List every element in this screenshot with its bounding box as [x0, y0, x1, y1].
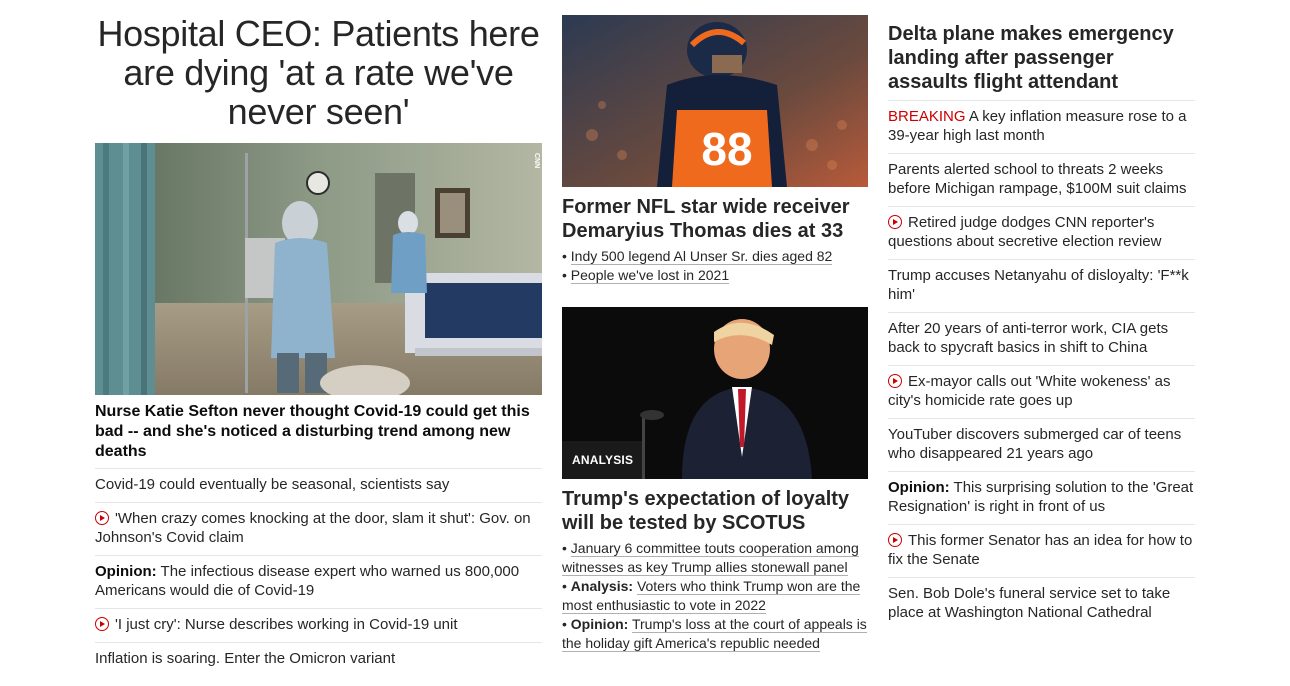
list-item[interactable]: • Opinion: Trump's loss at the court of … — [562, 615, 868, 653]
list-item[interactable]: • January 6 committee touts cooperation … — [562, 539, 868, 577]
opinion-label: Opinion: — [95, 563, 157, 580]
opinion-label: Opinion: — [570, 616, 629, 632]
list-item[interactable]: Retired judge dodges CNN reporter's ques… — [888, 206, 1195, 259]
headlines-list: BREAKING A key inflation measure rose to… — [888, 100, 1195, 630]
list-item[interactable]: Ex-mayor calls out 'White wokeness' as c… — [888, 365, 1195, 418]
list-item[interactable]: This former Senator has an idea for how … — [888, 524, 1195, 577]
play-video-icon — [888, 533, 902, 547]
hero-headline[interactable]: Hospital CEO: Patients here are dying 'a… — [95, 14, 542, 131]
jersey-number: 88 — [701, 123, 752, 175]
list-item[interactable]: After 20 years of anti-terror work, CIA … — [888, 312, 1195, 365]
hero-image[interactable]: CNN — [95, 143, 542, 395]
list-item[interactable]: • Analysis: Voters who think Trump won a… — [562, 577, 868, 615]
trump-image[interactable]: ANALYSIS — [562, 307, 868, 479]
cnn-watermark: CNN — [533, 153, 540, 168]
list-item[interactable]: Trump accuses Netanyahu of disloyalty: '… — [888, 259, 1195, 312]
list-item[interactable]: • Indy 500 legend Al Unser Sr. dies aged… — [562, 247, 868, 266]
opinion-label: Opinion: — [888, 479, 950, 496]
list-item[interactable]: • People we've lost in 2021 — [562, 266, 868, 285]
play-video-icon — [888, 215, 902, 229]
play-video-icon — [95, 511, 109, 525]
top-headline[interactable]: Delta plane makes emergency landing afte… — [888, 22, 1195, 94]
trump-related-list: • January 6 committee touts cooperation … — [562, 539, 868, 653]
related-stories-list: Covid-19 could eventually be seasonal, s… — [95, 468, 542, 676]
secondary-stories-column: 88 Former NFL star wide receiver Demaryi… — [562, 0, 868, 653]
list-item[interactable]: BREAKING A key inflation measure rose to… — [888, 100, 1195, 153]
list-item[interactable]: Covid-19 could eventually be seasonal, s… — [95, 468, 542, 502]
headlines-column: Delta plane makes emergency landing afte… — [888, 0, 1195, 630]
nfl-headline[interactable]: Former NFL star wide receiver Demaryius … — [562, 195, 868, 243]
list-item[interactable]: 'When crazy comes knocking at the door, … — [95, 502, 542, 555]
nfl-player-image[interactable]: 88 — [562, 15, 868, 187]
list-item[interactable]: Parents alerted school to threats 2 week… — [888, 153, 1195, 206]
analysis-badge: ANALYSIS — [562, 441, 643, 479]
nfl-related-list: • Indy 500 legend Al Unser Sr. dies aged… — [562, 247, 868, 285]
breaking-label: BREAKING — [888, 108, 966, 125]
list-item[interactable]: Sen. Bob Dole's funeral service set to t… — [888, 577, 1195, 630]
list-item[interactable]: Inflation is soaring. Enter the Omicron … — [95, 642, 542, 676]
play-video-icon — [888, 374, 902, 388]
hero-caption[interactable]: Nurse Katie Sefton never thought Covid-1… — [95, 402, 542, 462]
main-story-column: Hospital CEO: Patients here are dying 'a… — [95, 0, 542, 676]
list-item[interactable]: Opinion: This surprising solution to the… — [888, 471, 1195, 524]
play-video-icon — [95, 617, 109, 631]
analysis-label: Analysis: — [570, 578, 634, 594]
list-item[interactable]: Opinion: The infectious disease expert w… — [95, 555, 542, 608]
list-item[interactable]: YouTuber discovers submerged car of teen… — [888, 418, 1195, 471]
list-item[interactable]: 'I just cry': Nurse describes working in… — [95, 608, 542, 642]
trump-headline[interactable]: Trump's expectation of loyalty will be t… — [562, 487, 868, 535]
